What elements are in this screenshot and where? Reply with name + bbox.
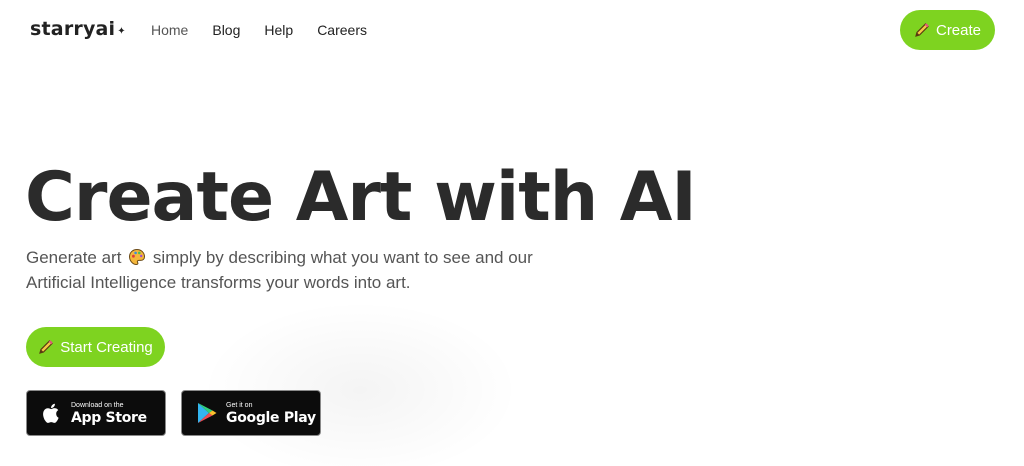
nav-careers[interactable]: Careers [317,22,367,38]
nav-blog[interactable]: Blog [212,22,240,38]
hero-title: Create Art with AI [25,158,697,237]
google-play-small-text: Get it on [226,401,253,409]
google-play-text: Get it on Google Play [226,402,316,425]
app-store-small-text: Download on the [71,401,124,409]
background-shadow [200,300,520,466]
app-store-label: App Store [71,409,147,426]
apple-icon [43,403,59,423]
sparkle-icon: ✦ [117,25,126,37]
app-store-text: Download on the App Store [71,402,147,425]
hero-subtitle: Generate art simply by describing what y… [26,245,546,295]
palette-icon [129,248,146,266]
subtitle-part-1: Generate art [26,248,122,267]
nav-home[interactable]: Home [151,22,188,38]
logo-text: starryai [30,18,116,40]
google-play-icon [198,403,217,423]
app-store-badge[interactable]: Download on the App Store [26,390,166,436]
create-button[interactable]: Create [900,10,995,50]
start-creating-label: Start Creating [60,338,153,356]
pencil-icon [39,340,54,354]
main-nav: Home Blog Help Careers [151,22,367,38]
landing-page: starryai ✦ Home Blog Help Careers Create… [0,0,1024,466]
logo[interactable]: starryai ✦ [30,18,126,40]
start-creating-button[interactable]: Start Creating [26,327,165,367]
create-button-label: Create [935,21,982,39]
pencil-icon [915,23,929,37]
nav-help[interactable]: Help [264,22,293,38]
google-play-badge[interactable]: Get it on Google Play [181,390,321,436]
google-play-label: Google Play [226,409,316,426]
